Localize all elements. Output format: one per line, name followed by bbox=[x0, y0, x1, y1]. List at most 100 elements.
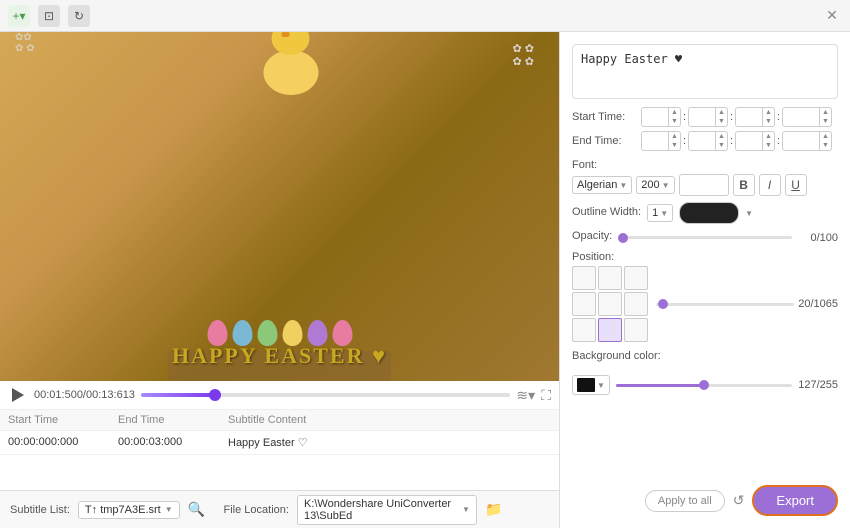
screen-record-icon: ⊡ bbox=[44, 9, 54, 23]
end-ms-arrows: ▲ ▼ bbox=[819, 132, 831, 150]
start-ms-spinner[interactable]: 000 ▲ ▼ bbox=[782, 107, 832, 127]
pos-mid-left[interactable] bbox=[572, 292, 596, 316]
pos-top-center[interactable] bbox=[598, 266, 622, 290]
bg-opacity-value: 127/255 bbox=[798, 379, 838, 391]
end-seconds-down[interactable]: ▼ bbox=[763, 141, 774, 150]
end-hours-input[interactable]: 00 bbox=[642, 133, 668, 149]
file-location-path: K:\Wondershare UniConverter 13\SubEd bbox=[304, 498, 458, 522]
start-hours-input[interactable]: 00 bbox=[642, 109, 668, 125]
controls-bar: 00:01:500/00:13:613 ≋▾ ⛶ bbox=[0, 381, 559, 410]
fullscreen-icon[interactable]: ⛶ bbox=[541, 387, 551, 404]
start-hours-arrows: ▲ ▼ bbox=[668, 108, 680, 126]
position-slider-container: 20/1065 bbox=[656, 298, 838, 310]
play-button[interactable] bbox=[8, 385, 28, 405]
start-seconds-input[interactable]: 00 bbox=[736, 109, 762, 125]
start-ms-down[interactable]: ▼ bbox=[820, 117, 831, 126]
start-minutes-up[interactable]: ▲ bbox=[716, 108, 727, 117]
underline-button[interactable]: U bbox=[785, 174, 807, 196]
pos-mid-right[interactable] bbox=[624, 292, 648, 316]
font-family-select[interactable]: Algerian ▼ bbox=[572, 176, 632, 194]
start-minutes-input[interactable]: 00 bbox=[689, 109, 715, 125]
table-header: Start Time End Time Subtitle Content bbox=[0, 410, 559, 431]
outline-section: Outline Width: 1 ▼ ▼ bbox=[572, 202, 838, 224]
end-ms-down[interactable]: ▼ bbox=[820, 141, 831, 150]
end-minutes-up[interactable]: ▲ bbox=[716, 132, 727, 141]
end-seconds-input[interactable]: 03 bbox=[736, 133, 762, 149]
font-section: Font: Algerian ▼ 200 ▼ B I U bbox=[572, 159, 838, 196]
file-location-label: File Location: bbox=[224, 504, 289, 516]
pos-bot-left[interactable] bbox=[572, 318, 596, 342]
start-hours-spinner[interactable]: 00 ▲ ▼ bbox=[641, 107, 681, 127]
table-row[interactable]: 00:00:000:000 00:00:03:000 Happy Easter … bbox=[0, 431, 559, 455]
end-hours-arrows: ▲ ▼ bbox=[668, 132, 680, 150]
subtitle-list-select[interactable]: T↑ tmp7A3E.srt ▼ bbox=[78, 501, 180, 519]
end-ms-input[interactable]: 000 bbox=[783, 133, 819, 149]
row-content: Happy Easter ♡ bbox=[228, 436, 551, 449]
end-time-row: End Time: 00 ▲ ▼ : 00 ▲ ▼ bbox=[572, 131, 838, 151]
convert-button[interactable]: ↻ bbox=[68, 5, 90, 27]
position-grid bbox=[572, 266, 648, 342]
start-seconds-up[interactable]: ▲ bbox=[763, 108, 774, 117]
pos-mid-center[interactable] bbox=[598, 292, 622, 316]
bold-button[interactable]: B bbox=[733, 174, 755, 196]
export-button[interactable]: Export bbox=[752, 485, 838, 516]
pos-top-right[interactable] bbox=[624, 266, 648, 290]
pos-top-left[interactable] bbox=[572, 266, 596, 290]
bg-color-label: Background color: bbox=[572, 350, 661, 362]
font-color-picker[interactable] bbox=[679, 174, 729, 196]
pos-bot-center[interactable] bbox=[598, 318, 622, 342]
header-end-time: End Time bbox=[118, 414, 228, 426]
start-minutes-down[interactable]: ▼ bbox=[716, 117, 727, 126]
timeline-progress bbox=[141, 393, 215, 397]
subtitle-list-label: Subtitle List: bbox=[10, 504, 70, 516]
end-seconds-up[interactable]: ▲ bbox=[763, 132, 774, 141]
start-hours-up[interactable]: ▲ bbox=[669, 108, 680, 117]
folder-button[interactable]: 📁 bbox=[485, 501, 502, 518]
opacity-slider[interactable] bbox=[618, 236, 792, 239]
timeline-bar[interactable] bbox=[141, 393, 510, 397]
font-label: Font: bbox=[572, 159, 838, 171]
end-minutes-spinner[interactable]: 00 ▲ ▼ bbox=[688, 131, 728, 151]
end-time-inputs: 00 ▲ ▼ : 00 ▲ ▼ : bbox=[641, 131, 832, 151]
file-location-select[interactable]: K:\Wondershare UniConverter 13\SubEd ▼ bbox=[297, 495, 477, 525]
end-ms-spinner[interactable]: 000 ▲ ▼ bbox=[782, 131, 832, 151]
outline-width-select[interactable]: 1 ▼ bbox=[647, 204, 673, 222]
end-ms-up[interactable]: ▲ bbox=[820, 132, 831, 141]
convert-icon: ↻ bbox=[74, 9, 84, 23]
start-ms-input[interactable]: 000 bbox=[783, 109, 819, 125]
close-button[interactable]: ✕ bbox=[822, 6, 842, 26]
bg-color-select[interactable]: ▼ bbox=[572, 375, 610, 395]
end-hours-down[interactable]: ▼ bbox=[669, 141, 680, 150]
outline-color-picker[interactable] bbox=[679, 202, 739, 224]
position-label: Position: bbox=[572, 251, 838, 263]
end-hours-spinner[interactable]: 00 ▲ ▼ bbox=[641, 131, 681, 151]
refresh-button[interactable]: ↺ bbox=[733, 492, 745, 509]
start-seconds-spinner[interactable]: 00 ▲ ▼ bbox=[735, 107, 775, 127]
end-time-label: End Time: bbox=[572, 135, 637, 147]
end-minutes-down[interactable]: ▼ bbox=[716, 141, 727, 150]
video-area: ✿ ✿✿ ✿ ✿✿✿ ✿ HAPPY EASTER ♥ bbox=[0, 32, 559, 381]
pos-bot-right[interactable] bbox=[624, 318, 648, 342]
screen-record-button[interactable]: ⊡ bbox=[38, 5, 60, 27]
font-size-select[interactable]: 200 ▼ bbox=[636, 176, 674, 194]
end-seconds-spinner[interactable]: 03 ▲ ▼ bbox=[735, 131, 775, 151]
opacity-section: Opacity: 0/100 bbox=[572, 230, 838, 245]
add-media-button[interactable]: +▾ bbox=[8, 5, 30, 27]
start-minutes-spinner[interactable]: 00 ▲ ▼ bbox=[688, 107, 728, 127]
search-button[interactable]: 🔍 bbox=[188, 501, 205, 518]
header-subtitle-content: Subtitle Content bbox=[228, 414, 551, 426]
bg-opacity-slider[interactable] bbox=[616, 384, 792, 387]
start-seconds-down[interactable]: ▼ bbox=[763, 117, 774, 126]
start-hours-down[interactable]: ▼ bbox=[669, 117, 680, 126]
italic-button[interactable]: I bbox=[759, 174, 781, 196]
play-icon bbox=[12, 388, 24, 402]
apply-all-button[interactable]: Apply to all bbox=[645, 490, 725, 512]
end-minutes-arrows: ▲ ▼ bbox=[715, 132, 727, 150]
start-minutes-arrows: ▲ ▼ bbox=[715, 108, 727, 126]
header-start-time: Start Time bbox=[8, 414, 118, 426]
subtitle-text-input[interactable] bbox=[572, 44, 838, 99]
end-hours-up[interactable]: ▲ bbox=[669, 132, 680, 141]
end-minutes-input[interactable]: 00 bbox=[689, 133, 715, 149]
position-slider[interactable] bbox=[656, 303, 794, 306]
start-ms-up[interactable]: ▲ bbox=[820, 108, 831, 117]
